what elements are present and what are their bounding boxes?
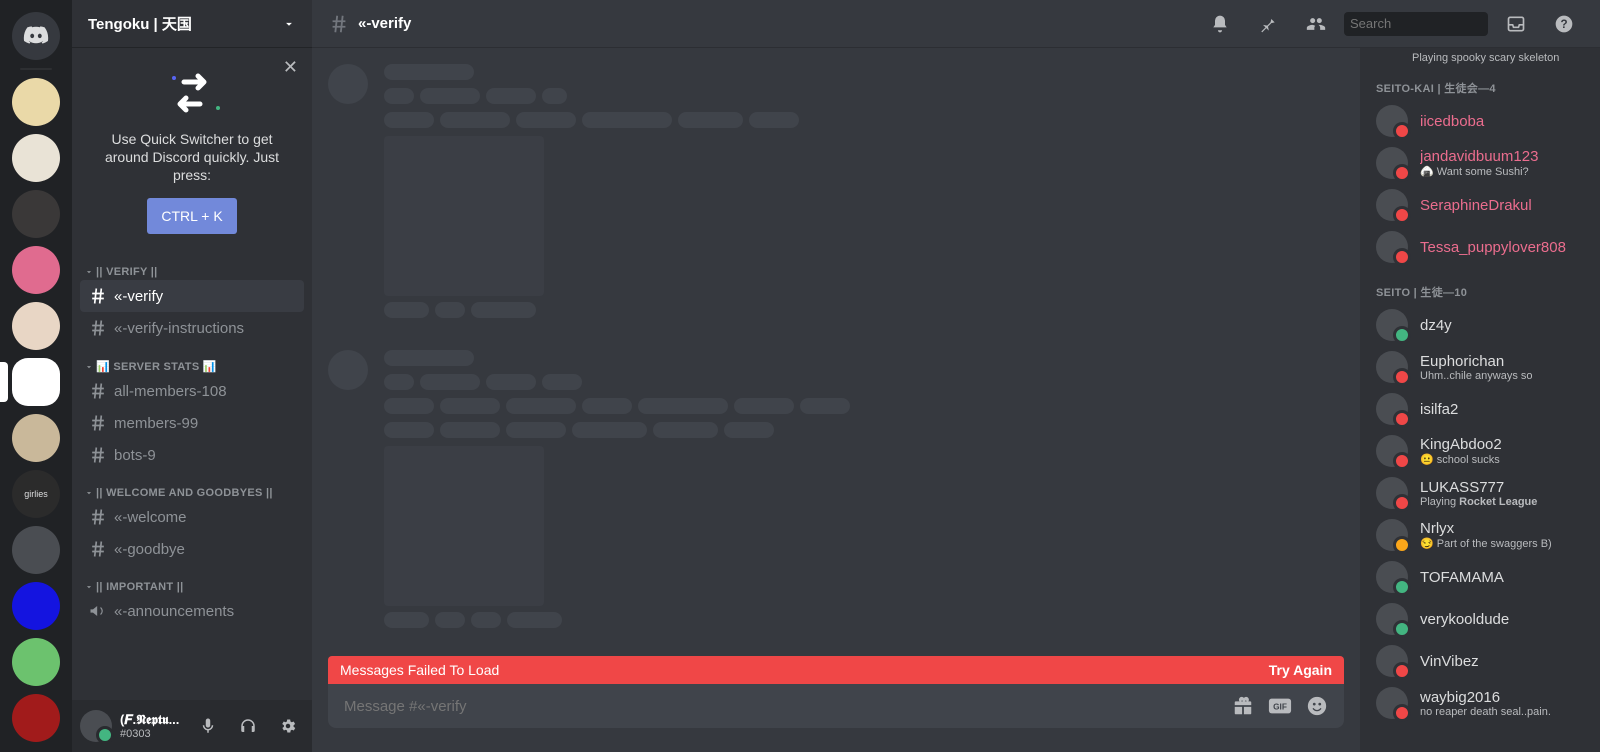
self-tag: #0303 bbox=[120, 728, 184, 740]
user-settings-button[interactable] bbox=[272, 710, 304, 742]
server-icon[interactable] bbox=[12, 302, 60, 350]
deafen-button[interactable] bbox=[232, 710, 264, 742]
channel-list: || VERIFY ||«-verify«-verify-instruction… bbox=[72, 250, 312, 700]
svg-text:GIF: GIF bbox=[1273, 702, 1287, 712]
home-button[interactable] bbox=[12, 12, 60, 60]
member-item[interactable]: Nrlyx😏 Part of the swaggers B) bbox=[1368, 514, 1592, 556]
try-again-button[interactable]: Try Again bbox=[1269, 662, 1332, 678]
help-button[interactable]: ? bbox=[1552, 12, 1576, 36]
channel-item[interactable]: all-members-108 bbox=[80, 375, 304, 407]
self-info[interactable]: (𝑭.𝕹𝖊𝖕𝖙𝖚... #0303 bbox=[120, 712, 184, 740]
message-compose[interactable]: GIF bbox=[328, 684, 1344, 728]
channel-category[interactable]: || WELCOME AND GOODBYES || bbox=[80, 471, 304, 501]
main-area: «-verify ? Messages Failed To Load Try A… bbox=[312, 0, 1600, 752]
message-skeleton bbox=[328, 64, 1344, 326]
channel-sidebar: Tengoku | 天国 ✕ Use Quick Switcher to get… bbox=[72, 0, 312, 752]
channel-item[interactable]: «-announcements bbox=[80, 595, 304, 627]
server-icon[interactable] bbox=[12, 78, 60, 126]
member-list: Playing spooky scary skeleton SEITO-KAI … bbox=[1360, 48, 1600, 752]
member-item[interactable]: jandavidbuum123🍙 Want some Sushi? bbox=[1368, 142, 1592, 184]
member-item[interactable]: SeraphineDrakul bbox=[1368, 184, 1592, 226]
server-name: Tengoku | 天国 bbox=[88, 13, 192, 34]
member-item[interactable]: isilfa2 bbox=[1368, 388, 1592, 430]
message-scroll bbox=[312, 48, 1360, 656]
server-icon[interactable] bbox=[12, 414, 60, 462]
channel-item[interactable]: bots-9 bbox=[80, 439, 304, 471]
notifications-button[interactable] bbox=[1208, 12, 1232, 36]
mute-mic-button[interactable] bbox=[192, 710, 224, 742]
member-item[interactable]: KingAbdoo2😐 school sucks bbox=[1368, 430, 1592, 472]
member-item[interactable]: Tessa_puppylover808 bbox=[1368, 226, 1592, 268]
close-icon[interactable]: ✕ bbox=[283, 58, 298, 76]
member-item[interactable]: dz4y bbox=[1368, 304, 1592, 346]
tip-text: Use Quick Switcher to get around Discord… bbox=[88, 130, 296, 184]
chevron-down-icon bbox=[282, 17, 296, 31]
channel-item[interactable]: «-goodbye bbox=[80, 533, 304, 565]
server-icon[interactable] bbox=[12, 190, 60, 238]
inbox-button[interactable] bbox=[1504, 12, 1528, 36]
messages-pane: Messages Failed To Load Try Again GIF bbox=[312, 48, 1360, 752]
error-banner: Messages Failed To Load Try Again bbox=[328, 656, 1344, 684]
svg-text:?: ? bbox=[1560, 18, 1567, 31]
quick-switcher-tip: ✕ Use Quick Switcher to get around Disco… bbox=[72, 48, 312, 250]
member-item[interactable]: EuphorichanUhm..chile anyways so bbox=[1368, 346, 1592, 388]
gift-button[interactable] bbox=[1232, 695, 1254, 717]
member-list-button[interactable] bbox=[1304, 12, 1328, 36]
server-icon[interactable] bbox=[12, 134, 60, 182]
emoji-button[interactable] bbox=[1306, 695, 1328, 717]
server-rail: girlies bbox=[0, 0, 72, 752]
self-username: (𝑭.𝕹𝖊𝖕𝖙𝖚... bbox=[120, 712, 184, 728]
swap-icon bbox=[156, 68, 228, 120]
channel-header: «-verify ? bbox=[312, 0, 1600, 48]
channel-category[interactable]: 📊 SERVER STATS 📊 bbox=[80, 344, 304, 375]
pinned-button[interactable] bbox=[1256, 12, 1280, 36]
member-item[interactable]: verykooldude bbox=[1368, 598, 1592, 640]
channel-category[interactable]: || IMPORTANT || bbox=[80, 565, 304, 595]
channel-item[interactable]: members-99 bbox=[80, 407, 304, 439]
server-icon[interactable]: girlies bbox=[12, 470, 60, 518]
server-icon[interactable] bbox=[12, 694, 60, 742]
channel-category[interactable]: || VERIFY || bbox=[80, 250, 304, 280]
gif-button[interactable]: GIF bbox=[1268, 695, 1292, 717]
channel-item[interactable]: «-verify bbox=[80, 280, 304, 312]
self-avatar[interactable] bbox=[80, 710, 112, 742]
channel-title: «-verify bbox=[358, 15, 411, 32]
channel-item[interactable]: «-verify-instructions bbox=[80, 312, 304, 344]
server-icon[interactable] bbox=[12, 638, 60, 686]
error-text: Messages Failed To Load bbox=[340, 662, 499, 678]
member-activity: Playing spooky scary skeleton bbox=[1412, 52, 1592, 64]
member-group-header: SEITO | 生徒—10 bbox=[1368, 268, 1592, 304]
server-icon[interactable] bbox=[12, 526, 60, 574]
server-icon[interactable] bbox=[12, 582, 60, 630]
user-bar: (𝑭.𝕹𝖊𝖕𝖙𝖚... #0303 bbox=[72, 700, 312, 752]
member-item[interactable]: waybig2016no reaper death seal..pain. bbox=[1368, 682, 1592, 724]
server-icon[interactable] bbox=[12, 246, 60, 294]
message-skeleton bbox=[328, 350, 1344, 636]
message-input[interactable] bbox=[344, 698, 1218, 715]
search-box[interactable] bbox=[1344, 12, 1488, 36]
member-item[interactable]: VinVibez bbox=[1368, 640, 1592, 682]
member-group-header: SEITO-KAI | 生徒会—4 bbox=[1368, 64, 1592, 100]
search-input[interactable] bbox=[1350, 16, 1526, 31]
hash-icon bbox=[328, 13, 350, 35]
server-header[interactable]: Tengoku | 天国 bbox=[72, 0, 312, 48]
member-item[interactable]: LUKASS777Playing Rocket League bbox=[1368, 472, 1592, 514]
server-icon[interactable] bbox=[12, 358, 60, 406]
channel-item[interactable]: «-welcome bbox=[80, 501, 304, 533]
quick-switcher-button[interactable]: CTRL + K bbox=[147, 198, 236, 234]
member-item[interactable]: TOFAMAMA bbox=[1368, 556, 1592, 598]
member-item[interactable]: iicedboba bbox=[1368, 100, 1592, 142]
